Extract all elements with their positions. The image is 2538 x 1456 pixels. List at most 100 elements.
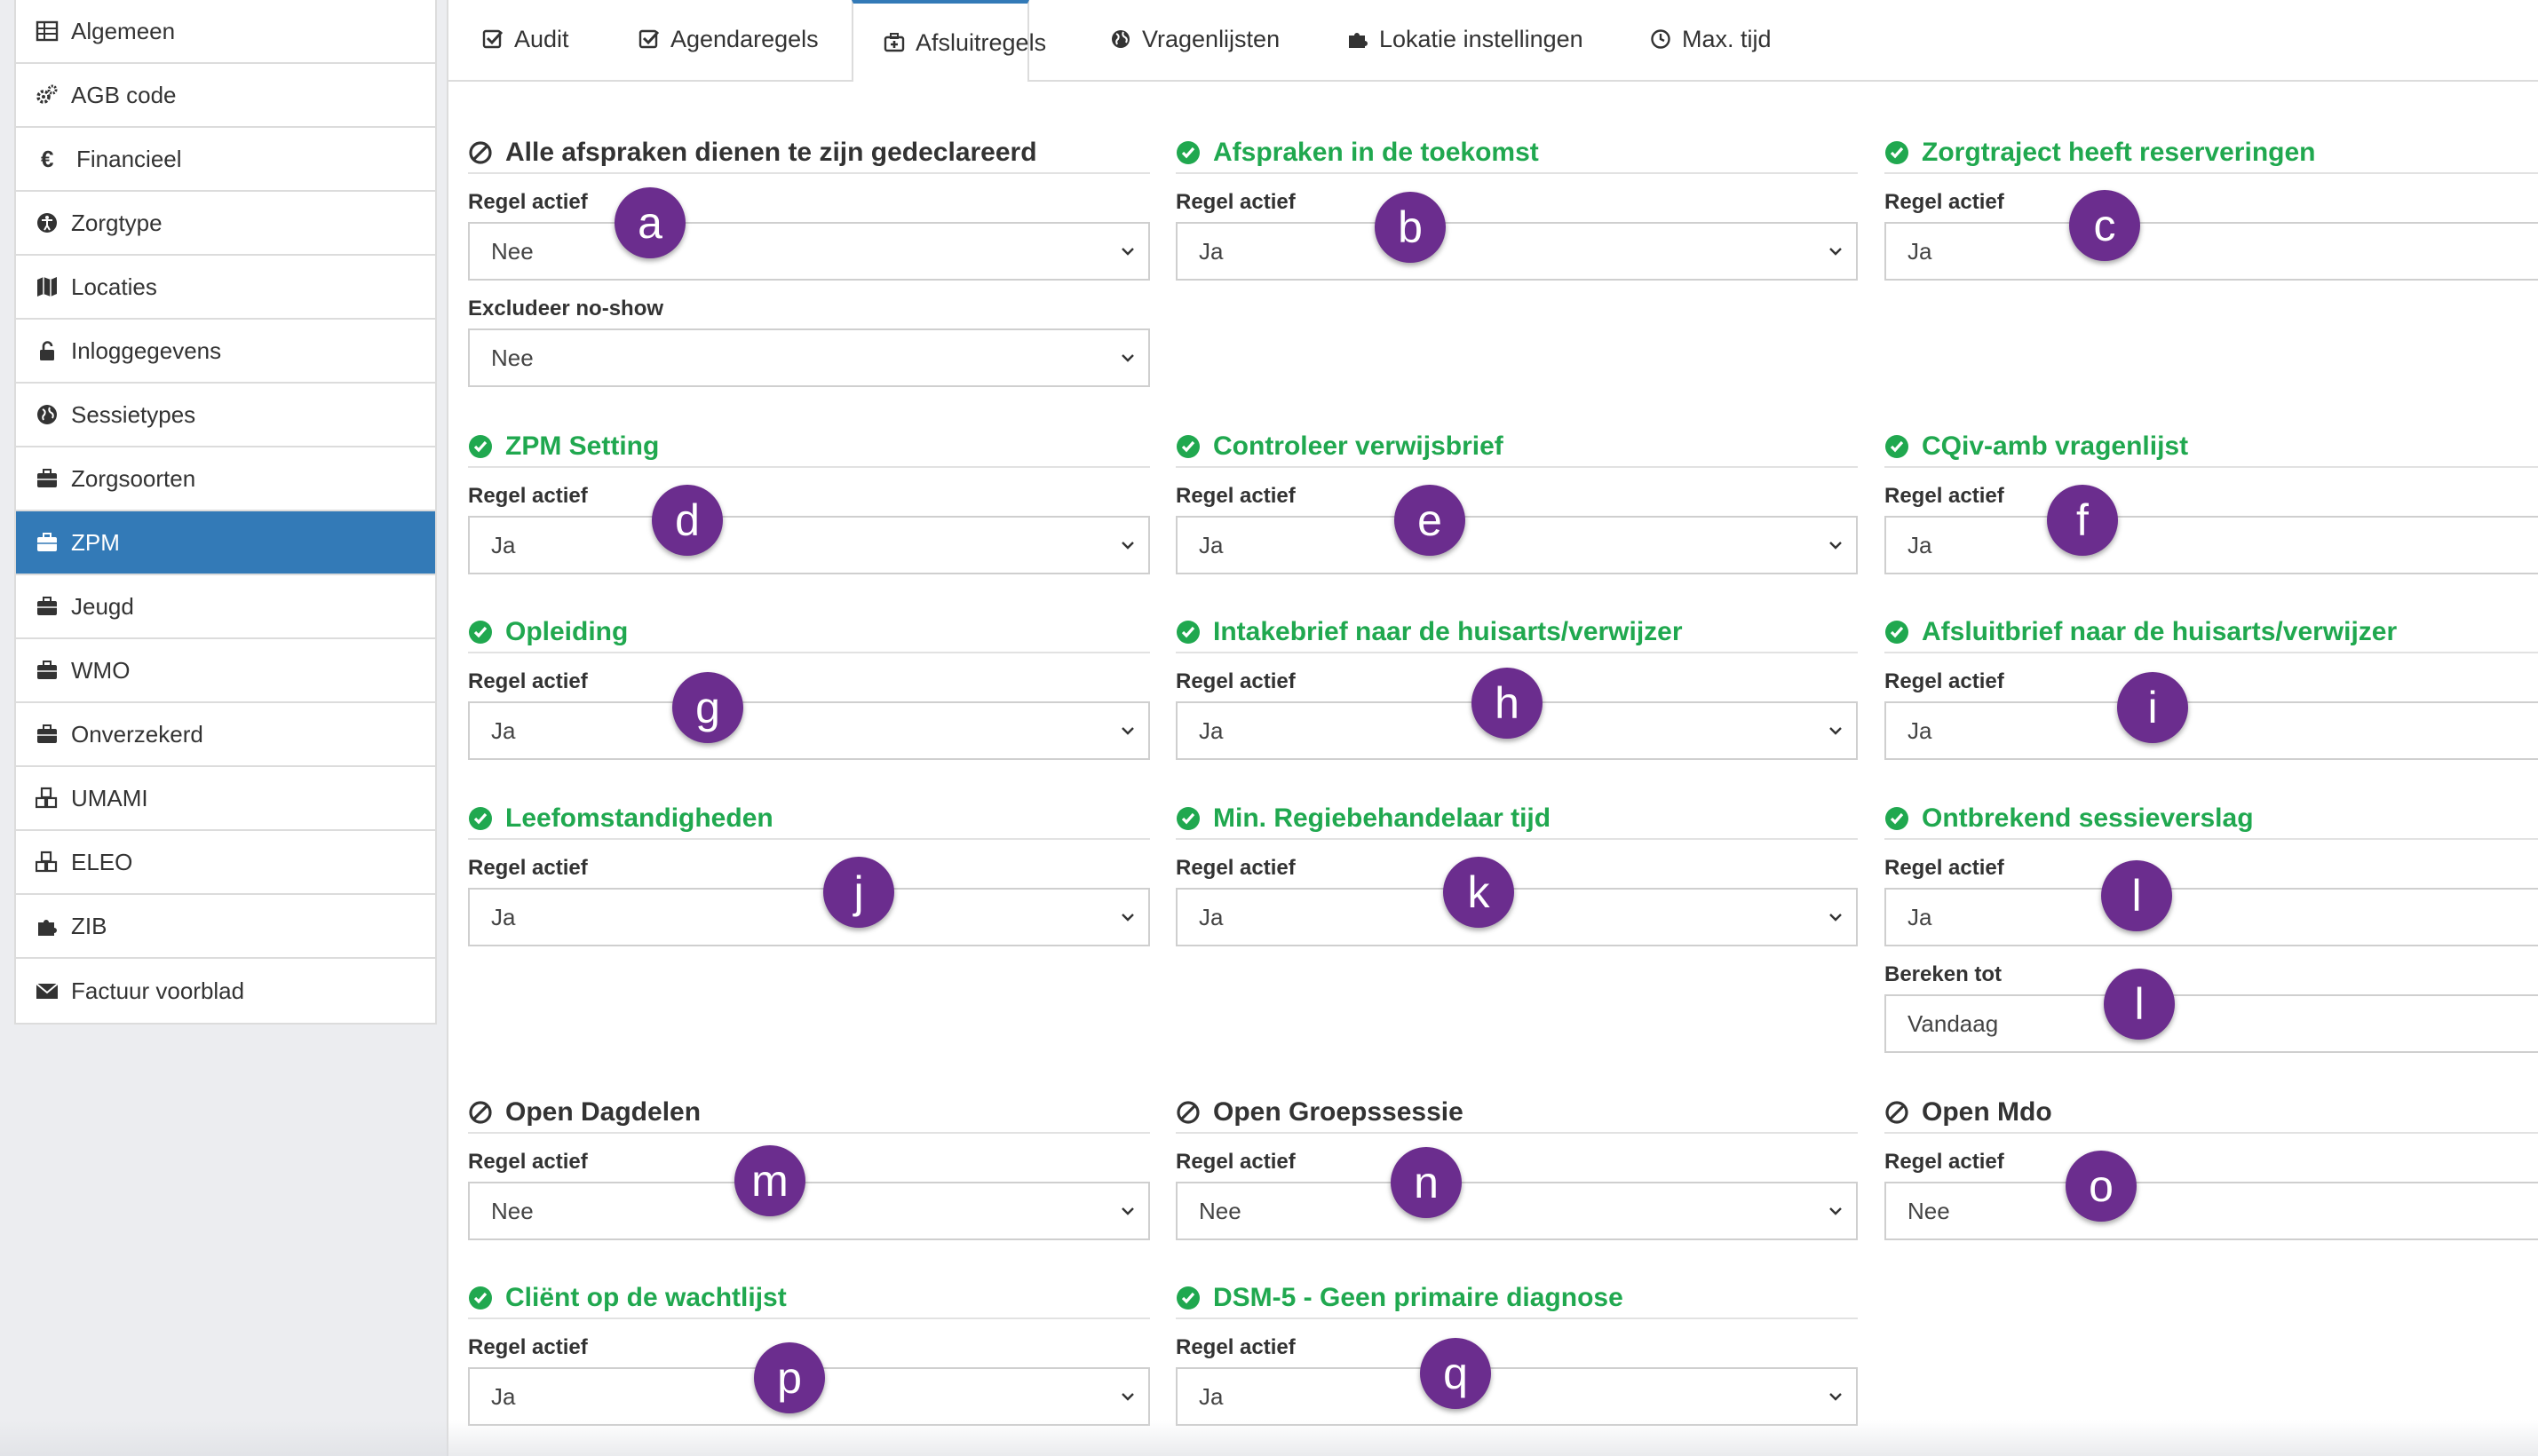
rule-leefomstandigheden: Leefomstandigheden Regel actief Ja	[468, 799, 1150, 946]
regel-actief-select[interactable]: Ja	[1176, 516, 1858, 574]
rule-open-mdo: Open Mdo Regel actief Nee	[1884, 1093, 2538, 1240]
sidebar-item-zpm[interactable]: ZPM	[16, 511, 435, 575]
ban-icon	[1884, 1100, 1909, 1125]
check-circle-icon	[1176, 620, 1201, 645]
rule-controleer-verwijsbrief: Controleer verwijsbrief Regel actief Ja	[1176, 427, 1858, 574]
bereken-tot-field[interactable]: Vandaag	[1884, 994, 2538, 1053]
ban-icon	[468, 1100, 493, 1125]
regel-actief-select[interactable]: Nee	[1884, 1182, 2538, 1240]
check-circle-icon	[1884, 620, 1909, 645]
sidebar-item-eleo[interactable]: ELEO	[16, 831, 435, 895]
check-circle-icon	[1176, 1286, 1201, 1310]
chevron-down-icon	[1829, 542, 1842, 550]
rule-title: Intakebrief naar de huisarts/verwijzer	[1176, 613, 1858, 653]
tab-label: Audit	[514, 25, 569, 52]
tab-max-tijd[interactable]: Max. tijd	[1650, 0, 1772, 78]
rule-afspraken-in-de-toekomst: Afspraken in de toekomst Regel actief Ja	[1176, 133, 1858, 281]
sidebar-item-jeugd[interactable]: Jeugd	[16, 575, 435, 639]
sidebar-item-label: Locaties	[71, 273, 157, 300]
check-square-icon	[638, 28, 660, 50]
field-label: Regel actief	[1884, 669, 2004, 693]
sidebar-item-umami[interactable]: UMAMI	[16, 767, 435, 831]
regel-actief-select[interactable]: Ja	[1884, 701, 2538, 760]
globe-icon	[1110, 28, 1131, 50]
regel-actief-select[interactable]: Nee	[468, 1182, 1150, 1240]
sidebar-item-label: UMAMI	[71, 784, 148, 811]
sidebar-item-label: Factuur voorblad	[71, 977, 245, 1004]
check-circle-icon	[1884, 806, 1909, 831]
sidebar-item-zorgtype[interactable]: Zorgtype	[16, 192, 435, 256]
tab-audit[interactable]: Audit	[482, 0, 569, 78]
regel-actief-select[interactable]: Ja	[1884, 888, 2538, 946]
chevron-down-icon	[1122, 248, 1134, 256]
clock-icon	[1650, 28, 1671, 50]
annotation-marker: g	[672, 672, 743, 743]
excludeer-no-show-select[interactable]: Nee	[468, 328, 1150, 387]
tab-bar: Audit Agendaregels Afsluitregels Vragenl…	[448, 0, 2538, 82]
puzzle-icon	[36, 914, 71, 938]
regel-actief-select[interactable]: Nee	[468, 222, 1150, 281]
tab-lokatie-instellingen[interactable]: Lokatie instellingen	[1347, 0, 1583, 78]
rule-dsm5-geen-primaire-diagnose: DSM-5 - Geen primaire diagnose Regel act…	[1176, 1278, 1858, 1426]
annotation-marker: q	[1420, 1338, 1491, 1409]
chevron-down-icon	[1829, 914, 1842, 922]
chevron-down-icon	[1829, 1207, 1842, 1215]
sidebar-item-label: ZPM	[71, 528, 120, 556]
sidebar-item-wmo[interactable]: WMO	[16, 639, 435, 703]
tab-afsluitregels[interactable]: Afsluitregels	[852, 0, 1046, 82]
regel-actief-select[interactable]: Ja	[1884, 516, 2538, 574]
chevron-down-icon	[1122, 1207, 1134, 1215]
sidebar-item-factuur-voorblad[interactable]: Factuur voorblad	[16, 959, 435, 1023]
euro-icon: €	[41, 145, 54, 172]
sidebar-item-locaties[interactable]: Locaties	[16, 256, 435, 320]
regel-actief-select[interactable]: Ja	[468, 701, 1150, 760]
rule-zpm-setting: ZPM Setting Regel actief Ja	[468, 427, 1150, 574]
sidebar-item-onverzekerd[interactable]: Onverzekerd	[16, 703, 435, 767]
rule-title: Opleiding	[468, 613, 1150, 653]
rule-title: ZPM Setting	[468, 427, 1150, 468]
sidebar-item-label: Onverzekerd	[71, 720, 203, 748]
envelope-icon	[36, 979, 71, 1002]
field-label: Regel actief	[1176, 1150, 1296, 1174]
chevron-down-icon	[1122, 914, 1134, 922]
annotation-marker: a	[615, 187, 686, 258]
chevron-down-icon	[1122, 354, 1134, 362]
check-circle-icon	[1176, 140, 1201, 165]
sidebar-item-zorgsoorten[interactable]: Zorgsoorten	[16, 447, 435, 511]
regel-actief-select[interactable]: Nee	[1176, 1182, 1858, 1240]
unlock-icon	[36, 339, 71, 362]
table-icon	[36, 20, 71, 43]
briefcase-icon	[36, 467, 71, 490]
chevron-down-icon	[1829, 1393, 1842, 1401]
field-label: Excludeer no-show	[468, 297, 664, 320]
regel-actief-select[interactable]: Ja	[468, 888, 1150, 946]
field-label: Bereken tot	[1884, 962, 2003, 986]
regel-actief-select[interactable]: Ja	[1176, 888, 1858, 946]
sidebar-item-zib[interactable]: ZIB	[16, 895, 435, 959]
rule-afsluitbrief-huisarts: Afsluitbrief naar de huisarts/verwijzer …	[1884, 613, 2538, 760]
gears-icon	[36, 83, 71, 107]
medkit-icon	[884, 32, 905, 53]
sidebar-item-inloggegevens[interactable]: Inloggegevens	[16, 320, 435, 384]
field-label: Regel actief	[1176, 1335, 1296, 1359]
regel-actief-select[interactable]: Ja	[1176, 222, 1858, 281]
rule-title: Afspraken in de toekomst	[1176, 133, 1858, 174]
map-icon	[36, 275, 71, 298]
rule-title: Open Groepssessie	[1176, 1093, 1858, 1134]
rule-title: CQiv-amb vragenlijst	[1884, 427, 2538, 468]
sidebar-item-financieel[interactable]: € Financieel	[16, 128, 435, 192]
annotation-marker: h	[1471, 668, 1543, 739]
sidebar-item-agb-code[interactable]: AGB code	[16, 64, 435, 128]
regel-actief-select[interactable]: Ja	[1176, 1367, 1858, 1426]
tab-agendaregels[interactable]: Agendaregels	[638, 0, 819, 78]
annotation-marker: b	[1375, 192, 1446, 263]
check-circle-icon	[468, 620, 493, 645]
regel-actief-select[interactable]: Ja	[468, 516, 1150, 574]
regel-actief-select[interactable]: Ja	[1884, 222, 2538, 281]
sidebar-item-label: Algemeen	[71, 17, 176, 44]
sidebar-item-algemeen[interactable]: Algemeen	[16, 0, 435, 64]
sidebar-item-sessietypes[interactable]: Sessietypes	[16, 384, 435, 447]
tab-vragenlijsten[interactable]: Vragenlijsten	[1110, 0, 1280, 78]
rule-title: Controleer verwijsbrief	[1176, 427, 1858, 468]
chevron-down-icon	[1829, 248, 1842, 256]
